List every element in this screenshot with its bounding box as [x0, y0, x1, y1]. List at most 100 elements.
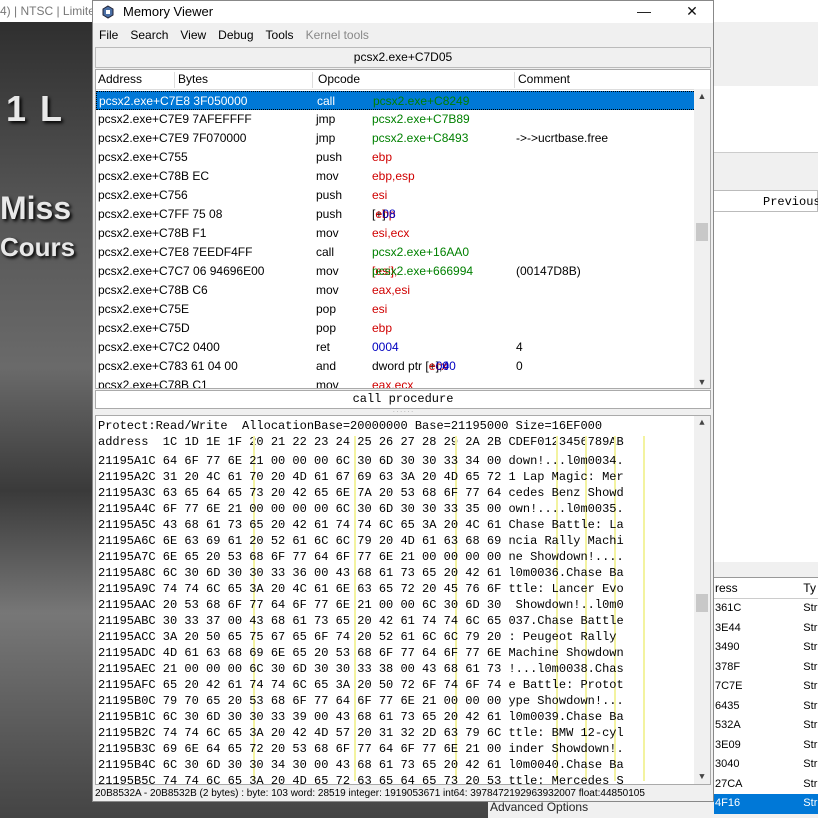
hex-row[interactable]: 21195B1C 6C 30 6D 30 30 33 39 00 43 68 6… [98, 709, 624, 725]
hex-scrollbar[interactable]: ▲ ▼ [694, 416, 710, 784]
hex-row[interactable]: 21195AAC 20 53 68 6F 77 64 6F 77 6E 21 0… [98, 597, 624, 613]
disasm-row[interactable]: pcsx2.exe+C7C7 06 94696E00 mov [esi], pcsx2… [96, 262, 696, 281]
disasm-address: pcsx2.exe+C78B F1 [98, 226, 207, 240]
disasm-address: pcsx2.exe+C7E9 7AFEFFFF [98, 112, 252, 126]
disasm-address: pcsx2.exe+C75D [98, 321, 190, 335]
hex-row[interactable]: 21195A4C 6F 77 6E 21 00 00 00 00 6C 30 6… [98, 501, 624, 517]
disasm-row[interactable]: pcsx2.exe+C7C2 0400 ret 0004 4 [96, 338, 696, 357]
disasm-row[interactable]: pcsx2.exe+C7E9 7F070000 jmp pcsx2.exe+C849… [96, 129, 696, 148]
disassembler-scrollbar[interactable]: ▲ ▼ [694, 89, 710, 388]
disasm-opcode: jmp [316, 112, 336, 126]
menu-search[interactable]: Search [124, 25, 174, 45]
address-list-row[interactable]: 3040 Str [713, 755, 818, 775]
hex-row[interactable]: 21195B4C 6C 30 6D 30 30 34 30 00 43 68 6… [98, 757, 624, 773]
hex-row[interactable]: 21195ADC 4D 61 63 68 69 6E 65 20 53 68 6… [98, 645, 624, 661]
disasm-row[interactable]: pcsx2.exe+C78B C1 mov eax,ecx [96, 376, 696, 389]
col-bytes[interactable]: Bytes [178, 72, 313, 88]
disasm-opcode: and [316, 359, 337, 373]
disasm-row[interactable]: pcsx2.exe+C7E8 7EEDF4FF call pcsx2.exe+16A… [96, 243, 696, 262]
disasm-operand: esi,ecx [372, 226, 410, 240]
type-cell: Str [803, 758, 818, 770]
disasm-comment: (00147D8B) [516, 264, 581, 278]
hex-row[interactable]: 21195A2C 31 20 4C 61 70 20 4D 61 67 69 6… [98, 469, 624, 485]
address-cell: 6435 [715, 699, 740, 712]
col-address[interactable]: Address [98, 72, 175, 88]
type-column-header[interactable]: Ty [803, 578, 818, 598]
hex-row[interactable]: 21195A8C 6C 30 6D 30 30 33 36 00 43 68 6… [98, 565, 624, 581]
menu-tools[interactable]: Tools [260, 25, 300, 45]
address-column-header[interactable]: ress [713, 578, 803, 598]
hex-row[interactable]: 21195ABC 30 33 37 00 43 68 61 73 65 20 4… [98, 613, 624, 629]
hex-row[interactable]: 21195A6C 6E 63 69 61 20 52 61 6C 6C 79 2… [98, 533, 624, 549]
hex-row[interactable]: 21195A1C 64 6F 77 6E 21 00 00 00 6C 30 6… [98, 453, 624, 469]
address-list: ress Ty 361C Str 3E44 Str 3490 Str 378F Str 7C7E… [712, 577, 818, 814]
hex-row[interactable]: 21195B5C 74 74 6C 65 3A 20 4D 65 72 63 6… [98, 773, 624, 784]
title-bar[interactable]: Memory Viewer — ✕ [93, 1, 713, 23]
disassembler-view[interactable]: Address Bytes Opcode Comment pcsx2.exe+C… [95, 69, 711, 389]
menu-kernel-tools[interactable]: Kernel tools [300, 25, 375, 45]
address-cell: 27CA [715, 777, 743, 790]
disasm-opcode: push [316, 188, 343, 202]
hex-row[interactable]: 21195A3C 63 65 64 65 73 20 42 65 6E 7A 2… [98, 485, 624, 501]
disasm-operand: [ebp +08] [372, 207, 396, 221]
address-list-row[interactable]: 3E44 Str [713, 619, 818, 639]
hex-row[interactable]: 21195A5C 43 68 61 73 65 20 42 61 74 74 6… [98, 517, 624, 533]
hex-view[interactable]: Protect:Read/Write AllocationBase=200000… [95, 415, 711, 785]
address-list-row[interactable]: 3490 Str [713, 638, 818, 658]
disasm-row[interactable]: pcsx2.exe+C7E8 3F050000 call pcsx2.exe+C82… [96, 91, 696, 110]
hex-row[interactable]: 21195A9C 74 74 6C 65 3A 20 4C 61 6E 63 6… [98, 581, 624, 597]
address-list-row[interactable]: 532A Str [713, 716, 818, 736]
address-list-row[interactable]: 27CA Str [713, 775, 818, 795]
hex-row[interactable]: 21195ACC 3A 20 50 65 75 67 65 6F 74 20 5… [98, 629, 624, 645]
address-list-row[interactable]: 4F16 Str [713, 794, 818, 814]
disasm-address: pcsx2.exe+C7C2 0400 [98, 340, 220, 354]
disasm-row[interactable]: pcsx2.exe+C756 push esi [96, 186, 696, 205]
col-opcode[interactable]: Opcode [318, 72, 515, 88]
hex-row[interactable]: 21195B2C 74 74 6C 65 3A 20 42 4D 57 20 3… [98, 725, 624, 741]
hex-scroll-down-icon[interactable]: ▼ [694, 770, 710, 784]
menu-debug[interactable]: Debug [212, 25, 259, 45]
disasm-row[interactable]: pcsx2.exe+C7E9 7AFEFFFF jmp pcsx2.exe+C7B8… [96, 110, 696, 129]
disasm-row[interactable]: pcsx2.exe+C78B F1 mov esi,ecx [96, 224, 696, 243]
address-list-row[interactable]: 6435 Str [713, 697, 818, 717]
scroll-thumb[interactable] [696, 223, 708, 241]
disasm-comment: ->->ucrtbase.free [516, 131, 609, 145]
hex-row[interactable]: 21195AFC 65 20 42 61 74 74 6C 65 3A 20 5… [98, 677, 624, 693]
disasm-row[interactable]: pcsx2.exe+C7FF 75 08 push [ebp +08] [96, 205, 696, 224]
address-cell: 3040 [715, 758, 740, 770]
disasm-row[interactable]: pcsx2.exe+C78B EC mov ebp,esp [96, 167, 696, 186]
close-button[interactable]: ✕ [669, 1, 715, 23]
disasm-address: pcsx2.exe+C78B EC [98, 169, 210, 183]
advanced-options-button[interactable]: Advanced Options [488, 800, 714, 818]
disasm-row[interactable]: pcsx2.exe+C783 61 04 00 and dword ptr [ecx… [96, 357, 696, 376]
hex-row[interactable]: 21195B3C 69 6E 64 65 72 20 53 68 6F 77 6… [98, 741, 624, 757]
address-cell: 4F16 [715, 797, 741, 809]
hex-scroll-up-icon[interactable]: ▲ [694, 416, 710, 430]
scroll-up-icon[interactable]: ▲ [694, 89, 710, 103]
scroll-down-icon[interactable]: ▼ [694, 375, 710, 388]
disasm-address: pcsx2.exe+C78B C1 [98, 378, 208, 389]
hex-row[interactable]: 21195B0C 79 70 65 20 53 68 6F 77 64 6F 7… [98, 693, 624, 709]
disasm-row[interactable]: pcsx2.exe+C78B C6 mov eax,esi [96, 281, 696, 300]
address-list-row[interactable]: 378F Str [713, 658, 818, 678]
previous-value-header[interactable]: Previous [712, 190, 818, 212]
disasm-address: pcsx2.exe+C7FF 75 08 [98, 207, 223, 221]
address-list-row[interactable]: 7C7E Str [713, 677, 818, 697]
hex-scroll-thumb[interactable] [696, 594, 708, 612]
address-list-row[interactable]: 3E09 Str [713, 736, 818, 756]
disasm-row[interactable]: pcsx2.exe+C75E pop esi [96, 300, 696, 319]
disasm-address: pcsx2.exe+C7E8 7EEDF4FF [98, 245, 253, 259]
disasm-row[interactable]: pcsx2.exe+C75D pop ebp [96, 319, 696, 338]
disasm-operand: eax,ecx [372, 378, 414, 389]
disasm-row[interactable]: pcsx2.exe+C755 push ebp [96, 148, 696, 167]
game-text-course: Cours [0, 232, 76, 262]
current-address-bar[interactable]: pcsx2.exe+C7D05 [95, 47, 711, 68]
col-comment[interactable]: Comment [518, 72, 694, 88]
menu-file[interactable]: File [93, 25, 124, 45]
menu-view[interactable]: View [174, 25, 212, 45]
address-list-row[interactable]: 361C Str [713, 599, 818, 619]
hex-row[interactable]: 21195A7C 6E 65 20 53 68 6F 77 64 6F 77 6… [98, 549, 624, 565]
type-cell: Str [803, 738, 818, 751]
hex-row[interactable]: 21195AEC 21 00 00 00 6C 30 6D 30 30 33 3… [98, 661, 624, 677]
disasm-opcode: ret [316, 340, 331, 354]
